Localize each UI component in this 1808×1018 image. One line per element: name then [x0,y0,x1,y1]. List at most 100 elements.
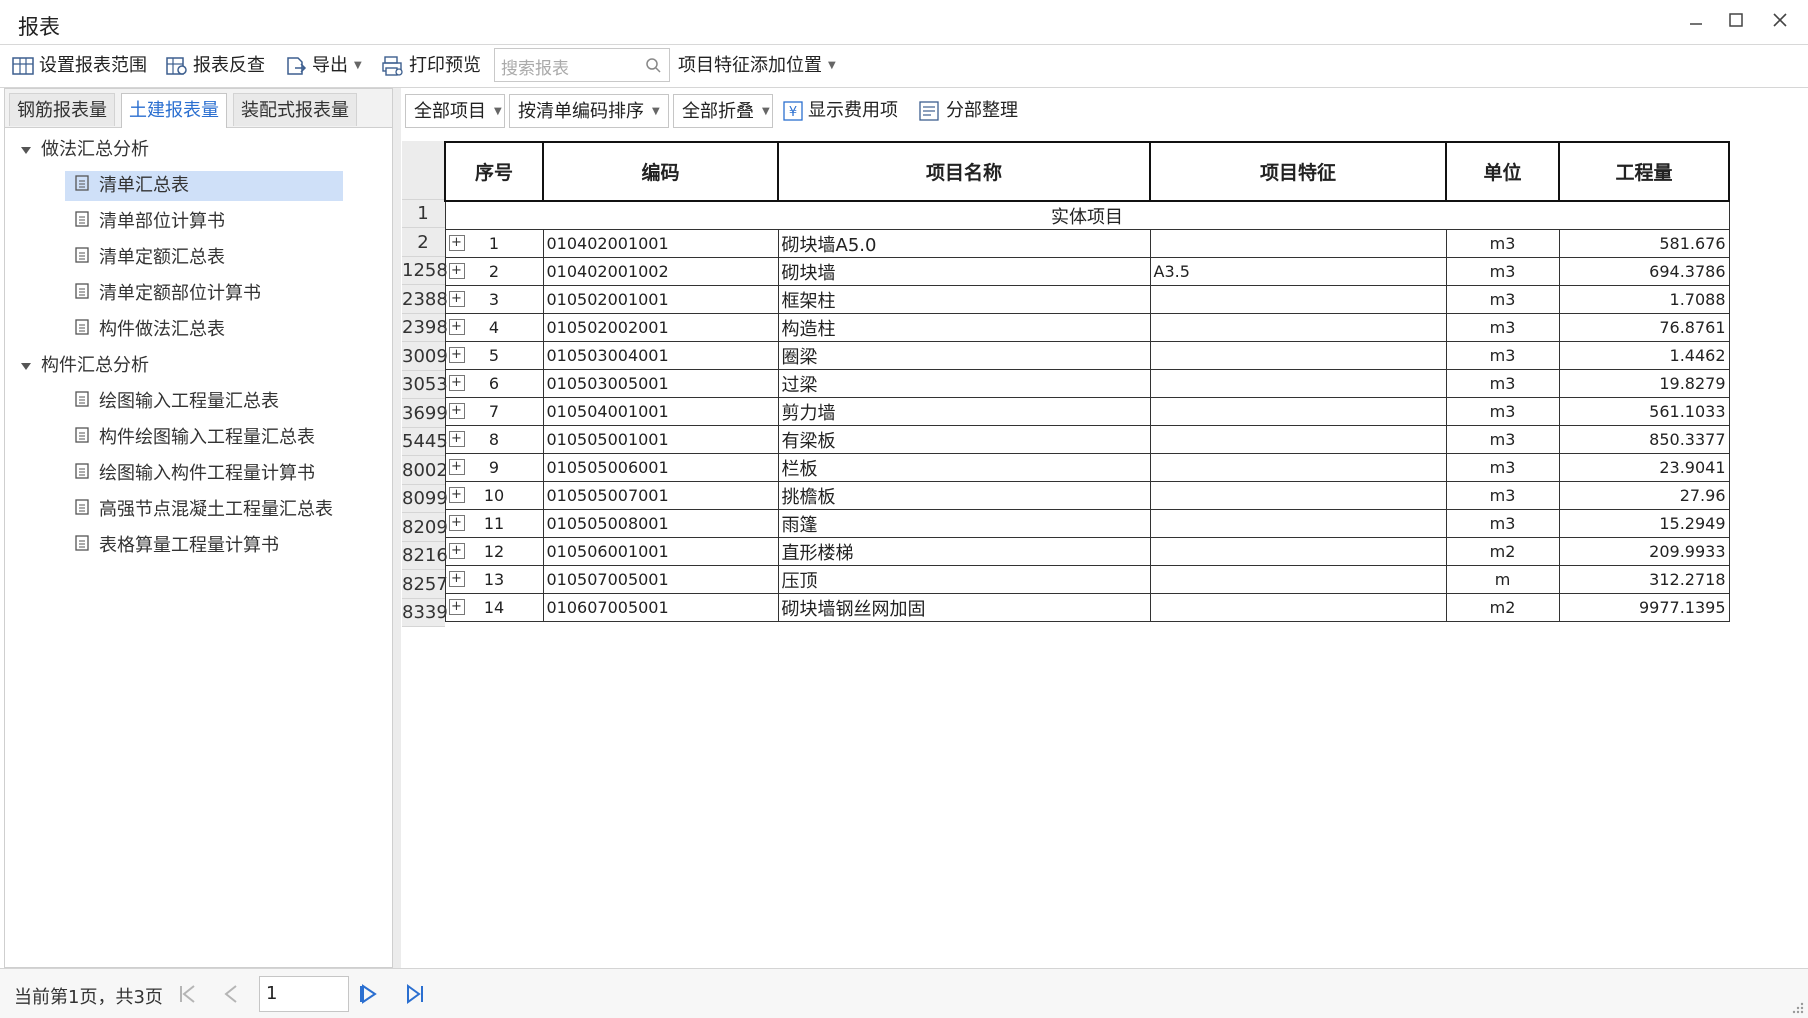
cell-quantity[interactable]: 1.7088 [1558,285,1730,314]
collapse-dropdown[interactable]: 全部折叠 ▼ [673,94,773,128]
cell-unit[interactable]: m3 [1445,509,1560,538]
cell-seq[interactable]: +2 [444,257,544,286]
cell-unit[interactable]: m3 [1445,481,1560,510]
cell-unit[interactable]: m3 [1445,341,1560,370]
cell-name[interactable]: 栏板 [777,453,1151,482]
last-page-icon[interactable] [404,983,426,1005]
cell-seq[interactable]: +13 [444,565,544,594]
expand-icon[interactable]: + [448,319,465,335]
row-number[interactable]: 2398 [402,314,448,342]
tree-item-component-method-summary[interactable]: 构件做法汇总表 [75,315,225,345]
panel-splitter[interactable] [393,88,401,968]
cell-feature[interactable] [1149,341,1447,370]
cell-seq[interactable]: +1 [444,229,544,258]
cell-quantity[interactable]: 19.8279 [1558,369,1730,398]
resize-grip-icon[interactable] [1790,1000,1804,1014]
row-number[interactable]: 3053 [402,371,448,399]
expand-icon[interactable]: + [448,291,465,307]
cell-quantity[interactable]: 581.676 [1558,229,1730,258]
cell-quantity[interactable]: 694.3786 [1558,257,1730,286]
row-number[interactable]: 8209 [402,513,448,542]
cell-code[interactable]: 010505001001 [542,425,779,454]
table-row[interactable]: +4 010502002001 构造柱 m3 76.8761 [444,313,1730,342]
cell-code[interactable]: 010607005001 [542,593,779,622]
cell-feature[interactable] [1149,593,1447,622]
cell-code[interactable]: 010402001002 [542,257,779,286]
cell-unit[interactable]: m3 [1445,285,1560,314]
cell-seq[interactable]: +8 [444,425,544,454]
cell-quantity[interactable]: 850.3377 [1558,425,1730,454]
table-row[interactable]: +6 010503005001 过梁 m3 19.8279 [444,369,1730,398]
cell-code[interactable]: 010503004001 [542,341,779,370]
row-number[interactable]: 1 [402,200,445,228]
tab-rebar-report[interactable]: 钢筋报表量 [9,93,115,126]
tree-item-component-drawing-summary[interactable]: 构件绘图输入工程量汇总表 [75,423,315,453]
tree-item-bill-quota-summary[interactable]: 清单定额汇总表 [75,243,225,273]
table-row[interactable]: +8 010505001001 有梁板 m3 850.3377 [444,425,1730,454]
close-button[interactable] [1762,8,1798,36]
cell-quantity[interactable]: 9977.1395 [1558,593,1730,622]
cell-feature[interactable] [1149,285,1447,314]
show-fee-items-button[interactable]: ¥ 显示费用项 [783,94,898,128]
cell-code[interactable]: 010503005001 [542,369,779,398]
row-number[interactable]: 8339 [402,599,448,627]
cell-name[interactable]: 砌块墙钢丝网加固 [777,593,1151,622]
table-row[interactable]: +9 010505006001 栏板 m3 23.9041 [444,453,1730,482]
row-number[interactable]: 5445 [402,428,448,456]
feature-position-dropdown[interactable]: 项目特征添加位置 ▼ [678,51,836,81]
print-preview-button[interactable]: 打印预览 [382,51,481,81]
expand-icon[interactable]: + [448,515,465,531]
cell-seq[interactable]: +11 [444,509,544,538]
expand-icon[interactable]: + [448,431,465,447]
expand-icon[interactable]: + [448,487,465,503]
row-number[interactable]: 8002 [402,456,448,485]
cell-name[interactable]: 砌块墙A5.0 [777,229,1151,258]
table-row[interactable]: +2 010402001002 砌块墙 A3.5 m3 694.3786 [444,257,1730,286]
cell-unit[interactable]: m3 [1445,369,1560,398]
tree-item-drawing-input-summary[interactable]: 绘图输入工程量汇总表 [75,387,279,417]
tab-prefab-report[interactable]: 装配式报表量 [233,93,357,126]
cell-name[interactable]: 挑檐板 [777,481,1151,510]
cell-code[interactable]: 010502001001 [542,285,779,314]
cell-code[interactable]: 010402001001 [542,229,779,258]
cell-name[interactable]: 砌块墙 [777,257,1151,286]
cell-unit[interactable]: m3 [1445,257,1560,286]
col-header-name[interactable]: 项目名称 [777,141,1151,202]
cell-seq[interactable]: +10 [444,481,544,510]
cell-name[interactable]: 构造柱 [777,313,1151,342]
tree-item-bill-location-calc[interactable]: 清单部位计算书 [75,207,225,237]
tree-item-drawing-component-calc[interactable]: 绘图输入构件工程量计算书 [75,459,315,489]
maximize-button[interactable] [1718,8,1754,36]
table-row[interactable]: +1 010402001001 砌块墙A5.0 m3 581.676 [444,229,1730,258]
tree-group-method-summary[interactable]: 做法汇总分析 [21,135,149,165]
tree-item-high-strength-node-summary[interactable]: 高强节点混凝土工程量汇总表 [75,495,333,525]
sort-dropdown[interactable]: 按清单编码排序 ▼ [509,94,669,128]
cell-quantity[interactable]: 312.2718 [1558,565,1730,594]
cell-seq[interactable]: +6 [444,369,544,398]
cell-seq[interactable]: +14 [444,593,544,622]
row-number[interactable]: 8216 [402,542,448,570]
cell-code[interactable]: 010507005001 [542,565,779,594]
table-row[interactable]: +7 010504001001 剪力墙 m3 561.1033 [444,397,1730,426]
cell-feature[interactable] [1149,369,1447,398]
cell-quantity[interactable]: 76.8761 [1558,313,1730,342]
cell-quantity[interactable]: 27.96 [1558,481,1730,510]
cell-feature[interactable] [1149,397,1447,426]
expand-arrow-icon[interactable] [21,146,31,154]
cell-code[interactable]: 010506001001 [542,537,779,566]
col-header-quantity[interactable]: 工程量 [1558,141,1730,202]
row-number[interactable]: 8099 [402,485,448,513]
cell-feature[interactable] [1149,481,1447,510]
expand-icon[interactable]: + [448,347,465,363]
cell-feature[interactable] [1149,453,1447,482]
cell-name[interactable]: 直形楼梯 [777,537,1151,566]
col-header-code[interactable]: 编码 [542,141,779,202]
cell-name[interactable]: 过梁 [777,369,1151,398]
col-header-seq[interactable]: 序号 [444,141,544,202]
cell-name[interactable]: 剪力墙 [777,397,1151,426]
cell-unit[interactable]: m2 [1445,593,1560,622]
all-items-dropdown[interactable]: 全部项目 ▼ [405,94,505,128]
cell-unit[interactable]: m3 [1445,425,1560,454]
cell-feature[interactable] [1149,313,1447,342]
cell-quantity[interactable]: 23.9041 [1558,453,1730,482]
